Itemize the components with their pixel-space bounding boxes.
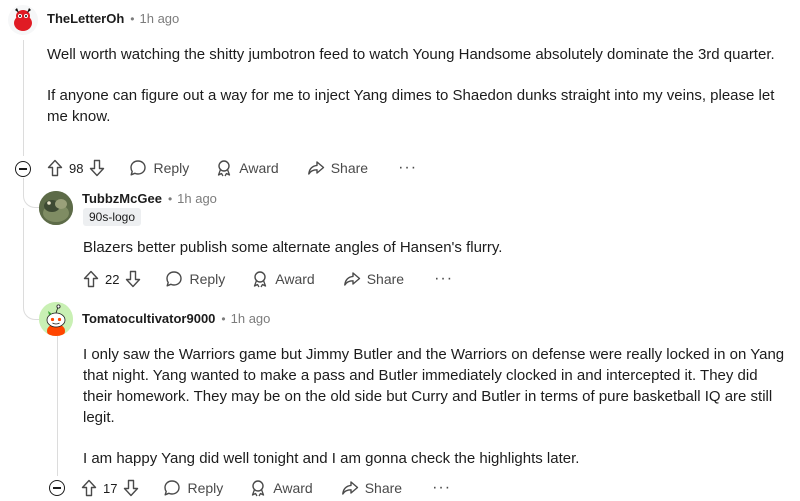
share-arrow-icon [343, 272, 360, 286]
more-options-button[interactable]: ··· [432, 479, 451, 497]
comment-meta: TheLetterOh • 1h ago [47, 11, 179, 26]
avatar[interactable] [39, 302, 73, 336]
collapse-button[interactable] [49, 480, 65, 496]
speech-bubble-icon [164, 480, 181, 496]
upvote-button[interactable] [83, 270, 99, 288]
upvote-arrow-icon [81, 479, 97, 497]
comment-paragraph: I am happy Yang did well tonight and I a… [83, 450, 580, 467]
reply-label: Reply [187, 480, 224, 496]
comment-body: I only saw the Warriors game but Jimmy B… [83, 344, 788, 469]
share-button[interactable]: Share [307, 159, 368, 177]
comment-actions: 22 Reply Award Share ··· [83, 267, 453, 291]
separator-dot: • [130, 11, 135, 26]
award-button[interactable]: Award [215, 159, 279, 177]
award-label: Award [275, 271, 315, 287]
award-ribbon-icon [254, 271, 267, 288]
collapse-button[interactable] [15, 161, 31, 177]
share-arrow-icon [341, 481, 358, 495]
downvote-arrow-icon [124, 479, 139, 497]
user-flair: 90s-logo [83, 208, 142, 226]
vote-count: 98 [69, 160, 84, 176]
comment-actions: 98 Reply Award Share ··· [47, 156, 417, 180]
speech-bubble-icon [130, 160, 147, 176]
timestamp[interactable]: 1h ago [177, 191, 217, 206]
comment-paragraph: If anyone can figure out a way for me to… [47, 87, 775, 125]
award-label: Award [273, 480, 313, 496]
downvote-arrow-icon [126, 270, 141, 288]
downvote-button[interactable] [89, 159, 105, 177]
award-button[interactable]: Award [251, 270, 315, 288]
vote-count: 17 [103, 480, 118, 496]
upvote-arrow-icon [83, 270, 99, 288]
reply-button[interactable]: Reply [165, 270, 225, 288]
award-label: Award [239, 160, 279, 176]
reply-button[interactable]: Reply [163, 479, 223, 497]
separator-dot: • [167, 191, 173, 206]
reply-label: Reply [153, 160, 190, 176]
comment-meta: Tomatocultivator9000 • 1h ago [82, 311, 270, 326]
collapse-minus-icon [19, 168, 27, 170]
username[interactable]: TubbzMcGee [82, 191, 162, 206]
reply-button[interactable]: Reply [129, 159, 189, 177]
share-label: Share [330, 160, 369, 176]
comment-body: Well worth watching the shitty jumbotron… [47, 44, 787, 127]
timestamp[interactable]: 1h ago [140, 11, 180, 26]
award-ribbon-icon [218, 160, 231, 177]
username[interactable]: TheLetterOh [47, 11, 124, 26]
award-button[interactable]: Award [249, 479, 313, 497]
thread-elbow-reply-2 [23, 296, 39, 320]
share-button[interactable]: Share [343, 270, 404, 288]
timestamp[interactable]: 1h ago [231, 311, 271, 326]
comment-actions: 17 Reply Award Share ··· [81, 476, 451, 500]
upvote-button[interactable] [47, 159, 63, 177]
share-arrow-icon [307, 161, 324, 175]
share-button[interactable]: Share [341, 479, 402, 497]
avatar[interactable] [7, 4, 39, 36]
thread-line-root [23, 40, 24, 156]
avatar[interactable] [39, 191, 73, 225]
speech-bubble-icon [166, 271, 183, 287]
comment-meta: TubbzMcGee • 1h ago [82, 191, 217, 206]
upvote-arrow-icon [47, 159, 63, 177]
award-ribbon-icon [252, 480, 265, 497]
upvote-button[interactable] [81, 479, 97, 497]
thread-line-reply-2 [57, 336, 58, 476]
collapse-minus-icon [53, 487, 61, 489]
downvote-button[interactable] [125, 270, 141, 288]
username[interactable]: Tomatocultivator9000 [82, 311, 215, 326]
comment-paragraph: Well worth watching the shitty jumbotron… [47, 46, 775, 63]
reply-label: Reply [189, 271, 226, 287]
comment-paragraph: I only saw the Warriors game but Jimmy B… [83, 346, 785, 426]
downvote-arrow-icon [90, 159, 105, 177]
thread-line-parent [23, 208, 24, 308]
downvote-button[interactable] [123, 479, 139, 497]
vote-count: 22 [105, 271, 120, 287]
share-label: Share [366, 271, 405, 287]
comment-body: Blazers better publish some alternate an… [83, 237, 783, 258]
share-label: Share [364, 480, 403, 496]
more-options-button[interactable]: ··· [434, 270, 453, 288]
comment-paragraph: Blazers better publish some alternate an… [83, 239, 503, 256]
separator-dot: • [221, 311, 226, 326]
thread-elbow-reply-1 [23, 178, 39, 208]
more-options-button[interactable]: ··· [398, 159, 417, 177]
